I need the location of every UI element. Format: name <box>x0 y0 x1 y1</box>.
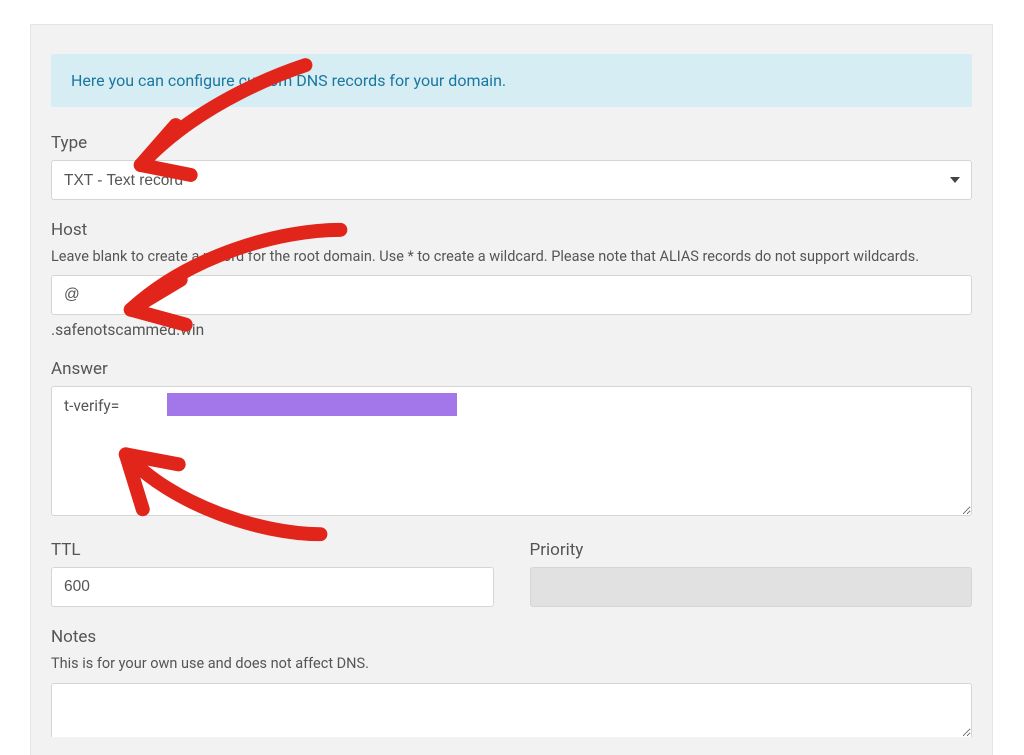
host-domain-suffix: .safenotscammed.win <box>51 321 972 339</box>
host-input[interactable] <box>51 275 972 315</box>
notes-textarea[interactable] <box>51 683 972 737</box>
answer-label: Answer <box>51 359 972 379</box>
notes-helper: This is for your own use and does not af… <box>51 654 972 674</box>
ttl-label: TTL <box>51 540 494 560</box>
priority-input-disabled <box>530 567 973 607</box>
host-label: Host <box>51 220 972 240</box>
dns-record-panel: Here you can configure custom DNS record… <box>30 24 993 755</box>
notes-label: Notes <box>51 627 972 647</box>
type-select[interactable]: TXT - Text record <box>51 160 972 200</box>
priority-field: Priority <box>530 540 973 607</box>
answer-field: Answer t-verify= <box>51 359 972 520</box>
type-label: Type <box>51 133 972 153</box>
info-banner-text: Here you can configure custom DNS record… <box>71 71 506 90</box>
answer-textarea[interactable]: t-verify= <box>51 386 972 516</box>
ttl-priority-row: TTL Priority <box>51 540 972 607</box>
type-field: Type TXT - Text record <box>51 133 972 200</box>
ttl-input[interactable] <box>51 567 494 607</box>
info-banner: Here you can configure custom DNS record… <box>51 54 972 107</box>
host-field: Host Leave blank to create a record for … <box>51 220 972 339</box>
notes-field: Notes This is for your own use and does … <box>51 627 972 740</box>
priority-label: Priority <box>530 540 973 560</box>
ttl-field: TTL <box>51 540 494 607</box>
host-helper: Leave blank to create a record for the r… <box>51 247 972 267</box>
